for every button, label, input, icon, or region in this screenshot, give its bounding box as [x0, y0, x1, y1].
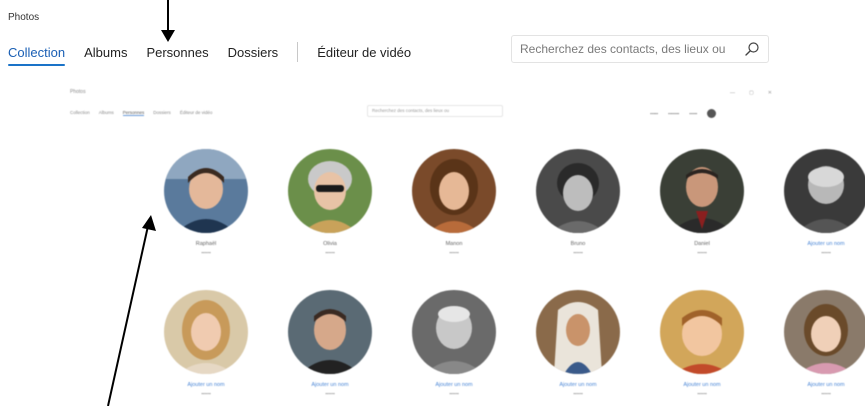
person-name: Manon: [445, 241, 463, 247]
person-photo-count: ▪▪▪▪▪▪: [821, 391, 831, 396]
person-card: Manon ▪▪▪▪▪▪: [392, 149, 516, 255]
people-row: Ajouter un nom ▪▪▪▪▪▪ Ajouter un nom ▪▪▪…: [144, 290, 865, 396]
person-photo-count: ▪▪▪▪▪▪: [573, 391, 583, 396]
person-card: Ajouter un nom ▪▪▪▪▪▪: [516, 290, 640, 396]
search-input[interactable]: Recherchez des contacts, des lieux ou: [520, 42, 732, 56]
add-name-link: Ajouter un nom: [807, 382, 845, 388]
search-box[interactable]: Recherchez des contacts, des lieux ou: [511, 35, 769, 63]
embedded-tab-bar: Collection Albums Personnes Dossiers Édi…: [70, 110, 212, 116]
person-card: Ajouter un nom ▪▪▪▪▪▪: [392, 290, 516, 396]
add-name-link: Ajouter un nom: [559, 382, 597, 388]
person-photo-count: ▪▪▪▪▪▪: [449, 391, 459, 396]
tab-collection[interactable]: Collection: [8, 45, 66, 66]
add-name-link: Ajouter un nom: [311, 382, 349, 388]
person-name: Olivia: [323, 241, 337, 247]
tab-dossiers[interactable]: Dossiers: [228, 45, 279, 60]
person-photo-count: ▪▪▪▪▪▪: [573, 250, 583, 255]
person-card: Ajouter un nom ▪▪▪▪▪▪: [764, 149, 865, 255]
person-avatar: [164, 290, 248, 374]
embedded-action-3: ▪▪▪▪▪: [689, 111, 698, 116]
person-card: Ajouter un nom ▪▪▪▪▪▪: [764, 290, 865, 396]
person-name: Raphaël: [195, 241, 217, 247]
add-name-link: Ajouter un nom: [807, 241, 845, 247]
search-icon[interactable]: [744, 41, 760, 57]
person-photo-count: ▪▪▪▪▪▪: [325, 391, 335, 396]
person-photo-count: ▪▪▪▪▪▪: [325, 250, 335, 255]
embedded-tab-collection: Collection: [70, 110, 90, 115]
person-photo-count: ▪▪▪▪▪▪: [697, 391, 707, 396]
app-title: Photos: [8, 12, 40, 23]
maximize-icon: ▢: [749, 90, 754, 96]
annotation-arrow-down-icon: [161, 0, 175, 42]
person-name: Bruno: [570, 241, 586, 247]
person-avatar: [784, 149, 865, 233]
person-card: Raphaël ▪▪▪▪▪▪: [144, 149, 268, 255]
person-avatar: [660, 149, 744, 233]
embedded-toolbar-actions: ▪▪▪▪▪ ▪▪▪▪▪▪▪ ▪▪▪▪▪: [650, 109, 717, 118]
person-avatar: [660, 290, 744, 374]
person-avatar: [784, 290, 865, 374]
tab-personnes[interactable]: Personnes: [146, 45, 208, 60]
person-name: Daniel: [694, 241, 710, 247]
person-photo-count: ▪▪▪▪▪▪: [201, 250, 211, 255]
person-card: Daniel ▪▪▪▪▪▪: [640, 149, 764, 255]
embedded-account-avatar: [707, 109, 717, 118]
embedded-people-screenshot: Photos — ▢ ✕ Collection Albums Personnes…: [60, 80, 865, 406]
close-icon: ✕: [767, 90, 772, 96]
person-card: Ajouter un nom ▪▪▪▪▪▪: [144, 290, 268, 396]
add-name-link: Ajouter un nom: [187, 382, 225, 388]
embedded-tab-albums: Albums: [98, 110, 114, 115]
person-avatar: [288, 290, 372, 374]
person-photo-count: ▪▪▪▪▪▪: [821, 250, 831, 255]
person-avatar: [412, 149, 496, 233]
person-avatar: [164, 149, 248, 233]
person-card: Ajouter un nom ▪▪▪▪▪▪: [640, 290, 764, 396]
person-avatar: [536, 290, 620, 374]
embedded-action-2: ▪▪▪▪▪▪▪: [667, 111, 680, 116]
person-card: Olivia ▪▪▪▪▪▪: [268, 149, 392, 255]
person-card: Bruno ▪▪▪▪▪▪: [516, 149, 640, 255]
person-card: Ajouter un nom ▪▪▪▪▪▪: [268, 290, 392, 396]
embedded-window-controls: — ▢ ✕: [730, 90, 772, 96]
person-avatar: [536, 149, 620, 233]
embedded-search-input: Recherchez des contacts, des lieux ou: [367, 105, 503, 117]
add-name-link: Ajouter un nom: [435, 382, 473, 388]
person-photo-count: ▪▪▪▪▪▪: [449, 250, 459, 255]
person-avatar: [288, 149, 372, 233]
embedded-tab-dossiers: Dossiers: [153, 110, 171, 115]
tab-video-editor[interactable]: Éditeur de vidéo: [317, 45, 411, 60]
person-photo-count: ▪▪▪▪▪▪: [201, 391, 211, 396]
minimize-icon: —: [730, 90, 735, 96]
add-name-link: Ajouter un nom: [683, 382, 721, 388]
embedded-app-title: Photos: [70, 89, 86, 95]
tab-separator: [297, 42, 299, 62]
tab-bar: Collection Albums Personnes Dossiers Édi…: [8, 41, 430, 66]
embedded-tab-personnes: Personnes: [122, 110, 145, 116]
tab-albums[interactable]: Albums: [84, 45, 127, 60]
people-row: Raphaël ▪▪▪▪▪▪ Olivia ▪▪▪▪▪▪ Manon ▪▪▪▪▪…: [144, 149, 865, 255]
person-avatar: [412, 290, 496, 374]
embedded-tab-video-editor: Éditeur de vidéo: [179, 110, 213, 115]
person-photo-count: ▪▪▪▪▪▪: [697, 250, 707, 255]
embedded-action-1: ▪▪▪▪▪: [650, 111, 658, 116]
